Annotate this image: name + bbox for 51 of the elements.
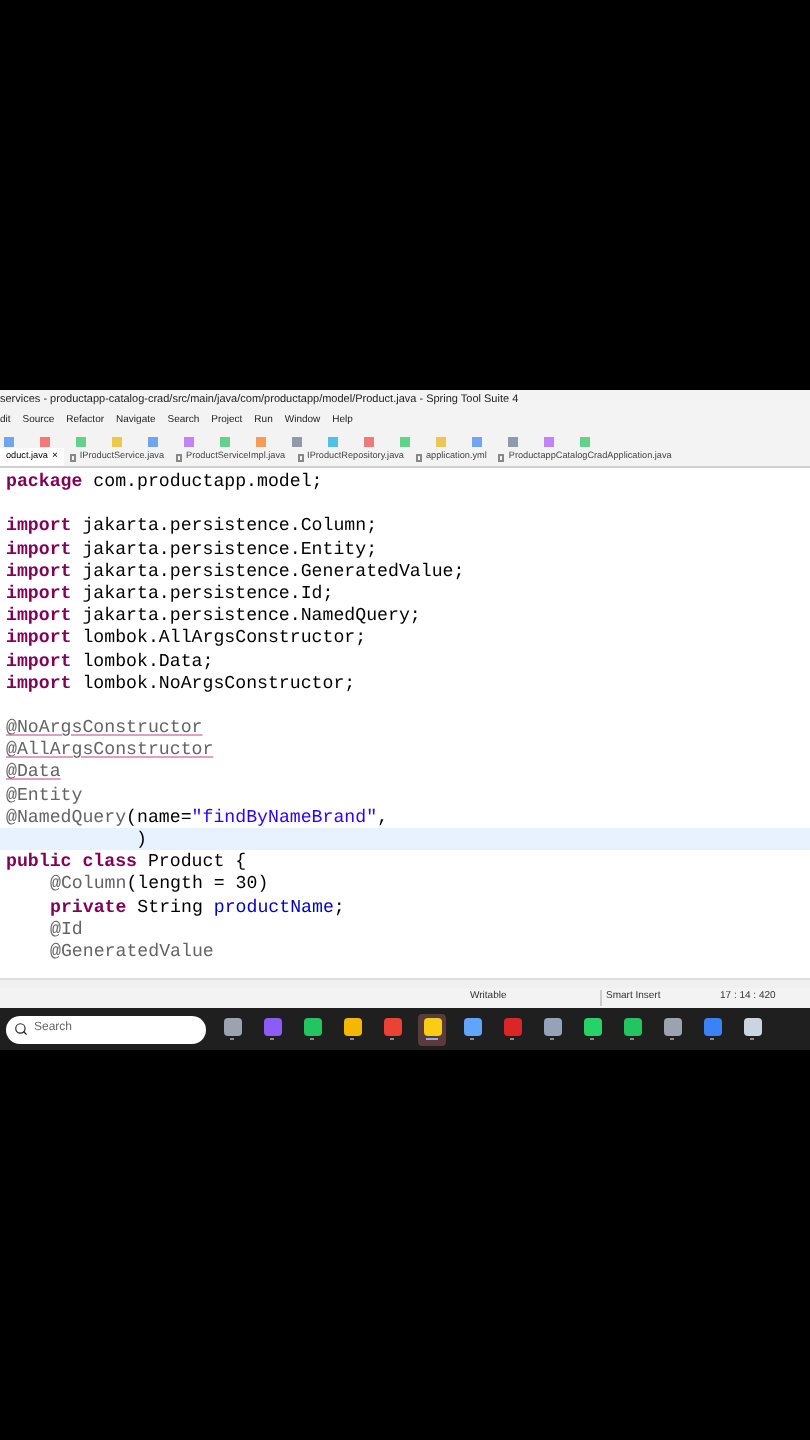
code-line: import jakarta.persistence.NamedQuery; [6, 604, 421, 627]
taskbar-app[interactable] [458, 1013, 486, 1045]
taskbar-app[interactable] [338, 1013, 366, 1045]
file-icon [297, 453, 304, 461]
code-line: @NamedQuery(name="findByNameBrand", [6, 805, 389, 828]
taskbar-app[interactable] [298, 1013, 326, 1045]
taskbar-app[interactable] [218, 1013, 246, 1045]
code-line: package com.productapp.model; [6, 470, 323, 492]
app-icon [543, 1018, 561, 1036]
code-line: import jakarta.persistence.Column; [6, 514, 378, 537]
code-line: @NoArgsConstructor [6, 716, 203, 739]
code-line: @Entity [6, 783, 83, 806]
app-icon [383, 1018, 401, 1036]
app-icon [423, 1018, 441, 1036]
taskbar-app[interactable] [658, 1013, 686, 1045]
taskbar-app[interactable] [618, 1013, 646, 1045]
taskbar-app[interactable] [418, 1013, 446, 1045]
code-line: @Column(length = 30) [50, 872, 269, 895]
code-line: import jakarta.persistence.Id; [6, 581, 334, 604]
code-line: @AllArgsConstructor [6, 738, 214, 761]
taskbar-app[interactable] [578, 1013, 606, 1045]
taskbar-app[interactable] [698, 1013, 726, 1045]
search-icon [14, 1022, 28, 1036]
app-icon [503, 1018, 521, 1036]
file-icon [176, 453, 183, 461]
file-icon [415, 453, 422, 461]
app-icon [223, 1018, 241, 1036]
app-icon [743, 1018, 761, 1036]
code-line: private String productName; [50, 895, 345, 918]
app-icon [303, 1018, 321, 1036]
app-icon [343, 1018, 361, 1036]
app-icon [583, 1018, 601, 1036]
code-line: @GeneratedValue [50, 939, 214, 962]
taskbar-app[interactable] [738, 1013, 766, 1045]
app-icon [623, 1018, 641, 1036]
file-icon [69, 453, 76, 461]
code-line: import lombok.Data; [6, 649, 214, 671]
code-line: @Data [6, 760, 61, 783]
code-line: @Id [50, 917, 83, 940]
app-icon [263, 1018, 281, 1036]
code-line: import lombok.NoArgsConstructor; [6, 671, 356, 694]
taskbar-app[interactable] [538, 1013, 566, 1045]
code-line: import jakarta.persistence.Entity; [6, 537, 378, 560]
code-line: import jakarta.persistence.GeneratedValue; [6, 559, 465, 582]
app-icon [663, 1018, 681, 1036]
app-icon [463, 1018, 481, 1036]
file-icon [498, 453, 505, 461]
code-line: ) [136, 828, 147, 850]
code-line: public class Product { [6, 850, 247, 873]
app-icon [703, 1018, 721, 1036]
code-line: import lombok.AllArgsConstructor; [6, 626, 367, 649]
